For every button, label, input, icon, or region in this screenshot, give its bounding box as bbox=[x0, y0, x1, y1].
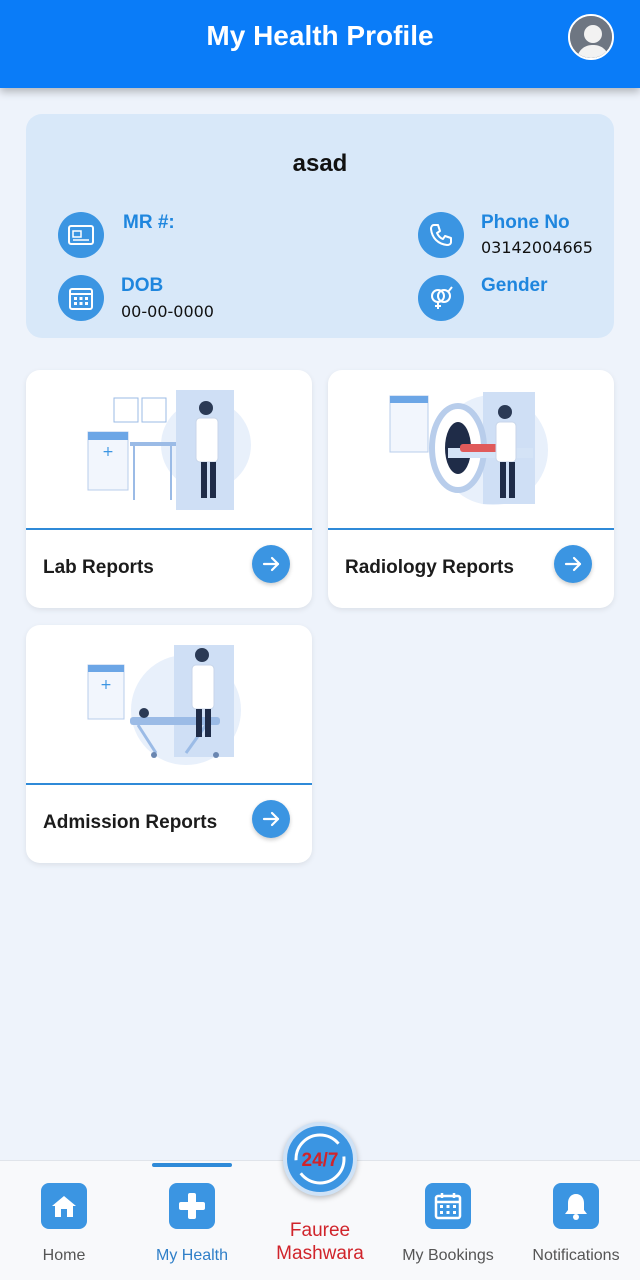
lab-reports-arrow-button[interactable] bbox=[252, 545, 290, 583]
dob-label: DOB bbox=[121, 275, 164, 296]
id-card-icon bbox=[58, 212, 104, 258]
page-title: My Health Profile bbox=[206, 20, 434, 51]
phone-value: 03142004665 bbox=[481, 238, 593, 257]
phone-icon bbox=[418, 212, 464, 258]
patient-name: asad bbox=[292, 150, 348, 177]
nav-label-my-bookings: My Bookings bbox=[402, 1247, 494, 1264]
plus-icon bbox=[169, 1183, 215, 1229]
fauree-mashwara-button[interactable]: 24/7 bbox=[283, 1122, 357, 1196]
svg-text:+: + bbox=[100, 677, 112, 693]
24-7-icon: 24/7 bbox=[294, 1133, 346, 1185]
admission-reports-arrow-button[interactable] bbox=[252, 800, 290, 838]
arrow-right-icon bbox=[564, 556, 582, 572]
fauree-label: Fauree bbox=[289, 1220, 351, 1241]
radiology-reports-label: Radiology Reports bbox=[345, 557, 514, 578]
card-divider bbox=[26, 783, 312, 785]
nav-item-my-health[interactable]: My Health bbox=[128, 1161, 256, 1280]
admission-reports-card[interactable]: + Admission Reports bbox=[26, 625, 312, 863]
phone-label: Phone No bbox=[481, 212, 570, 233]
nav-item-my-bookings[interactable]: My Bookings bbox=[384, 1161, 512, 1280]
dob-value: 00-00-0000 bbox=[121, 302, 214, 321]
user-icon bbox=[570, 16, 612, 58]
gender-label: Gender bbox=[481, 275, 548, 296]
lab-reports-label: Lab Reports bbox=[43, 557, 154, 578]
calendar-icon bbox=[425, 1183, 471, 1229]
calendar-icon bbox=[58, 275, 104, 321]
nav-label-home: Home bbox=[42, 1247, 86, 1264]
mashwara-label: Mashwara bbox=[276, 1243, 364, 1264]
bell-icon bbox=[553, 1183, 599, 1229]
radiology-reports-arrow-button[interactable] bbox=[554, 545, 592, 583]
svg-text:+: + bbox=[102, 444, 114, 460]
arrow-right-icon bbox=[262, 811, 280, 827]
avatar[interactable] bbox=[568, 14, 614, 60]
gender-icon bbox=[418, 275, 464, 321]
profile-card: asad MR #: Phone No 03142004665 DOB 00-0… bbox=[26, 114, 614, 338]
nav-label-my-health: My Health bbox=[155, 1247, 229, 1264]
app-bar: My Health Profile bbox=[0, 0, 640, 88]
home-icon bbox=[41, 1183, 87, 1229]
card-divider bbox=[26, 528, 312, 530]
active-tab-indicator bbox=[152, 1163, 232, 1167]
badge-text: 24/7 bbox=[302, 1150, 339, 1171]
mr-label: MR #: bbox=[123, 212, 175, 233]
radiology-reports-card[interactable]: Radiology Reports bbox=[328, 370, 614, 608]
admission-reports-label: Admission Reports bbox=[43, 812, 218, 833]
admission-illustration: + bbox=[87, 645, 241, 765]
lab-reports-card[interactable]: + Lab Reports bbox=[26, 370, 312, 608]
nav-item-notifications[interactable]: Notifications bbox=[512, 1161, 640, 1280]
radiology-illustration bbox=[389, 392, 548, 505]
lab-illustration: + bbox=[87, 390, 251, 510]
nav-label-notifications: Notifications bbox=[532, 1247, 620, 1264]
arrow-right-icon bbox=[262, 556, 280, 572]
card-divider bbox=[328, 528, 614, 530]
nav-item-home[interactable]: Home bbox=[0, 1161, 128, 1280]
